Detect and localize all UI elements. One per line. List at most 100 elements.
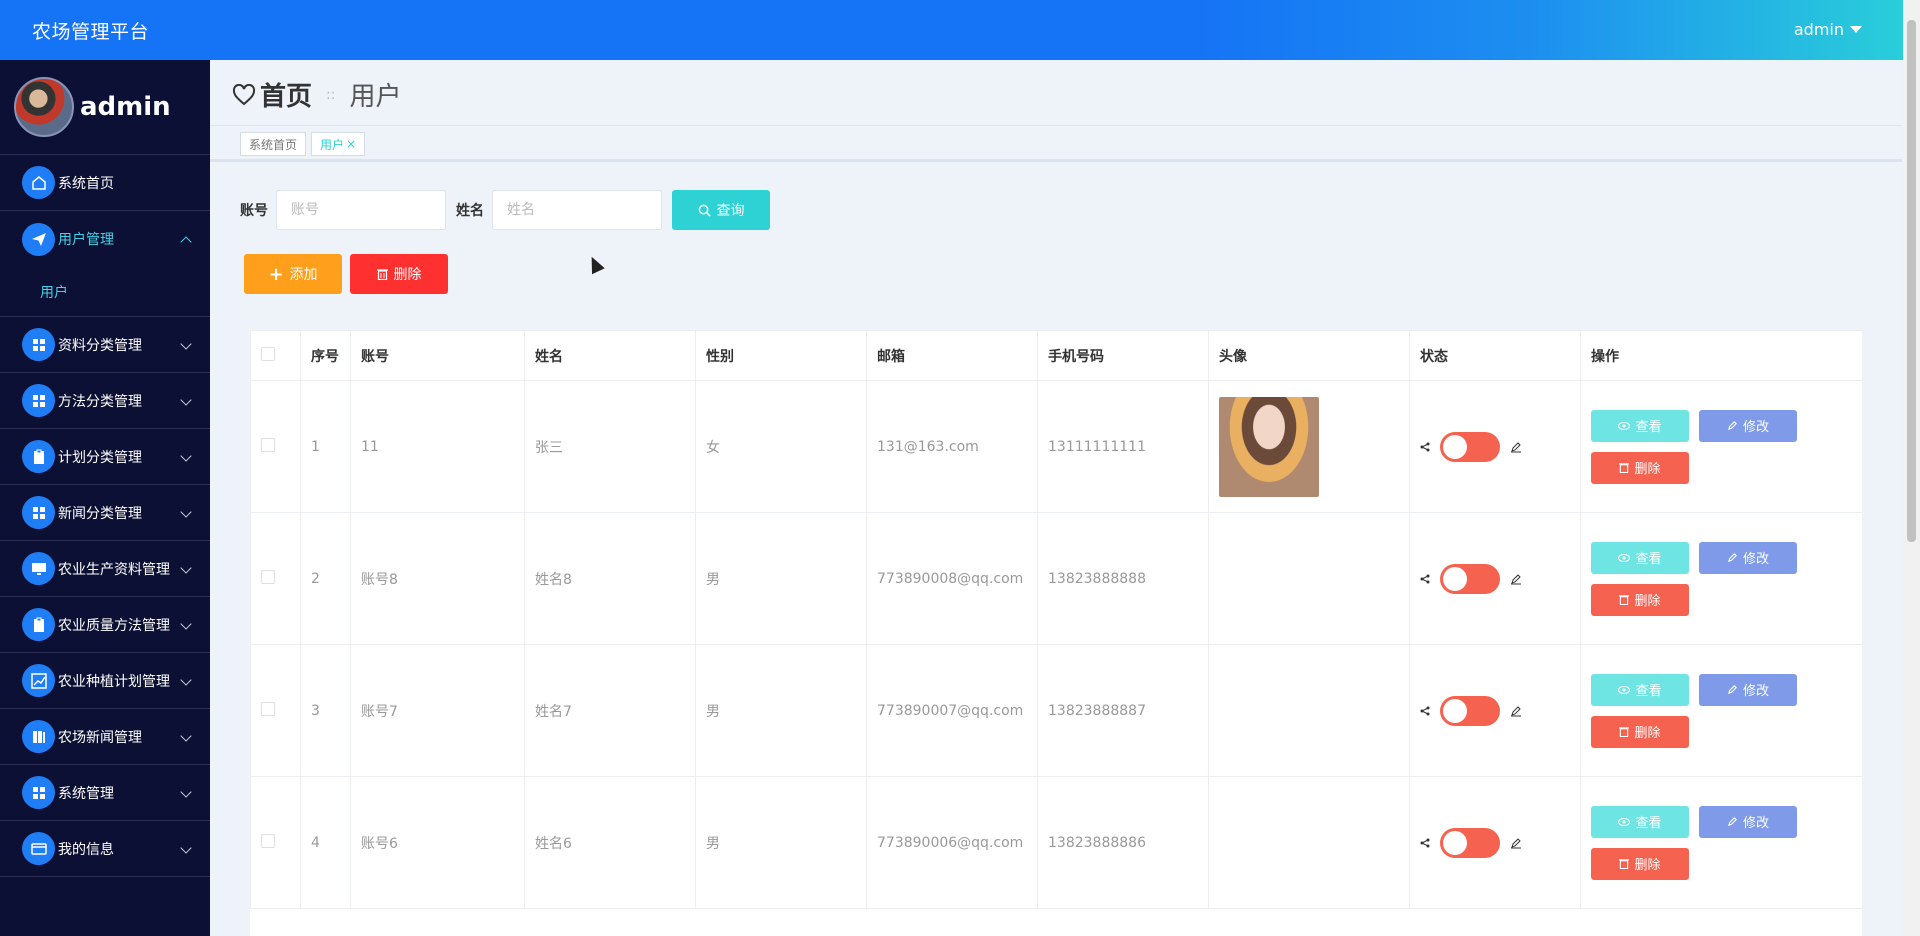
sidebar-menu: 系统首页用户管理用户 资料分类管理方法分类管理 计划分类管理新闻分类管理 农业生产资料… <box>0 155 210 877</box>
sidebar-item[interactable]: 我的信息 <box>0 821 210 877</box>
sidebar-item[interactable]: 用户管理 <box>0 211 210 267</box>
chevron-down-icon <box>180 842 192 854</box>
row-checkbox[interactable] <box>261 833 275 848</box>
sidebar-item[interactable]: 农场新闻管理 <box>0 709 210 765</box>
account-cell: 账号6 <box>350 776 525 909</box>
pencil-icon <box>1511 705 1521 716</box>
column-header: 邮箱 <box>866 330 1038 381</box>
row-delete-button[interactable]: 删除 <box>1591 847 1689 880</box>
grid-icon <box>22 328 55 361</box>
add-button[interactable]: + 添加 <box>244 254 342 294</box>
sidebar-item-label: 用户管理 <box>58 232 114 248</box>
gender-cell: 男 <box>695 776 867 909</box>
row-checkbox[interactable] <box>261 701 275 716</box>
status-toggle[interactable] <box>1440 827 1500 858</box>
breadcrumb-current: 用户 <box>349 82 402 112</box>
select-cell <box>250 380 301 513</box>
sidebar-item-label: 计划分类管理 <box>58 449 142 466</box>
delete-button-label: 删除 <box>393 267 422 283</box>
row-delete-button[interactable]: 删除 <box>1591 715 1689 748</box>
select-all-checkbox[interactable] <box>261 346 275 361</box>
column-header: 头像 <box>1208 330 1410 381</box>
table-body: 1 11 张三女 131@163.com 13111111111 查看 修改 删除 2 账号8 姓名… <box>250 380 1862 909</box>
delete-button[interactable]: 删除 <box>350 254 448 294</box>
row-checkbox[interactable] <box>261 437 275 452</box>
ops-cell: 查看 修改删除 <box>1580 776 1862 909</box>
view-button[interactable]: 查看 <box>1591 673 1689 706</box>
sidebar-item[interactable]: 资料分类管理 <box>0 317 210 373</box>
monitor-icon <box>22 552 55 585</box>
tab-label: 用户 <box>320 137 345 152</box>
column-header: 手机号码 <box>1037 330 1209 381</box>
scrollbar-thumb[interactable] <box>1907 20 1916 542</box>
book-icon <box>22 720 55 753</box>
trash-icon <box>1619 463 1630 473</box>
row-delete-button[interactable]: 删除 <box>1591 451 1689 484</box>
phone-cell: 13823888887 <box>1037 644 1209 777</box>
status-toggle[interactable] <box>1440 431 1500 462</box>
table-header-row: 序号 账号 姓名 性别 邮箱 手机号码 头像 状态 操作 <box>250 330 1862 381</box>
view-button-label: 查看 <box>1635 420 1662 435</box>
status-cell <box>1409 776 1581 909</box>
chart-icon <box>22 664 55 697</box>
column-header: 状态 <box>1409 330 1581 381</box>
view-button[interactable]: 查看 <box>1591 541 1689 574</box>
grid-icon <box>22 384 55 417</box>
sidebar-item[interactable]: 农业生产资料管理 <box>0 541 210 597</box>
sidebar-item[interactable]: 系统首页 <box>0 155 210 211</box>
breadcrumb-home[interactable]: 首页 <box>260 76 312 113</box>
photo-cell <box>1208 644 1410 777</box>
pencil-icon <box>1511 573 1521 584</box>
sidebar-item[interactable]: 农业质量方法管理 <box>0 597 210 653</box>
status-toggle[interactable] <box>1440 563 1500 594</box>
row-delete-button-label: 删除 <box>1634 462 1661 477</box>
table-row: 2 账号8 姓名8 男 773890008@qq.com 13823888888 查看 修改删… <box>250 512 1862 645</box>
edit-button[interactable]: 修改 <box>1699 805 1797 838</box>
sidebar-item[interactable]: 系统管理 <box>0 765 210 821</box>
tab-system-home[interactable]: 系统首页 <box>240 132 307 156</box>
sidebar-item-label: 方法分类管理 <box>58 393 142 410</box>
index-cell: 4 <box>300 776 351 909</box>
name-label: 姓名 <box>456 203 484 219</box>
clipboard-icon <box>22 440 55 473</box>
view-button[interactable]: 查看 <box>1591 409 1689 442</box>
sidebar-subitem[interactable]: 用户 <box>0 267 210 317</box>
top-bar: 农场管理平台 admin <box>0 0 1920 60</box>
user-menu[interactable]: admin <box>1794 20 1862 39</box>
close-icon[interactable]: × <box>346 137 356 151</box>
query-button[interactable]: 查询 <box>672 190 770 230</box>
index-cell: 3 <box>300 644 351 777</box>
email-cell: 773890006@qq.com <box>866 776 1038 909</box>
edit-button-label: 修改 <box>1742 816 1769 831</box>
select-cell <box>250 644 301 777</box>
name-input[interactable] <box>492 190 662 230</box>
eye-icon <box>1618 553 1631 562</box>
view-button[interactable]: 查看 <box>1591 805 1689 838</box>
column-header: 账号 <box>350 330 525 381</box>
name-cell: 张三 <box>524 380 696 513</box>
status-toggle[interactable] <box>1440 695 1500 726</box>
page-scrollbar[interactable] <box>1903 0 1920 936</box>
sidebar-item[interactable]: 计划分类管理 <box>0 429 210 485</box>
trash-icon <box>1619 595 1630 605</box>
search-icon <box>698 204 711 217</box>
sidebar-item[interactable]: 方法分类管理 <box>0 373 210 429</box>
status-cell <box>1409 512 1581 645</box>
row-checkbox[interactable] <box>261 569 275 584</box>
account-input[interactable] <box>276 190 446 230</box>
edit-button[interactable]: 修改 <box>1699 541 1797 574</box>
pencil-icon <box>1511 441 1521 452</box>
column-header: 性别 <box>695 330 867 381</box>
trash-icon <box>376 269 388 280</box>
tab-user[interactable]: 用户 × <box>311 132 366 156</box>
edit-button[interactable]: 修改 <box>1699 409 1797 442</box>
user-photo[interactable] <box>1219 396 1319 497</box>
edit-button[interactable]: 修改 <box>1699 673 1797 706</box>
chevron-down-icon <box>180 730 192 742</box>
sidebar-profile: admin <box>0 60 210 155</box>
query-button-label: 查询 <box>716 203 745 219</box>
sidebar-item[interactable]: 新闻分类管理 <box>0 485 210 541</box>
clipboard-icon <box>22 608 55 641</box>
row-delete-button[interactable]: 删除 <box>1591 583 1689 616</box>
sidebar-item[interactable]: 农业种植计划管理 <box>0 653 210 709</box>
